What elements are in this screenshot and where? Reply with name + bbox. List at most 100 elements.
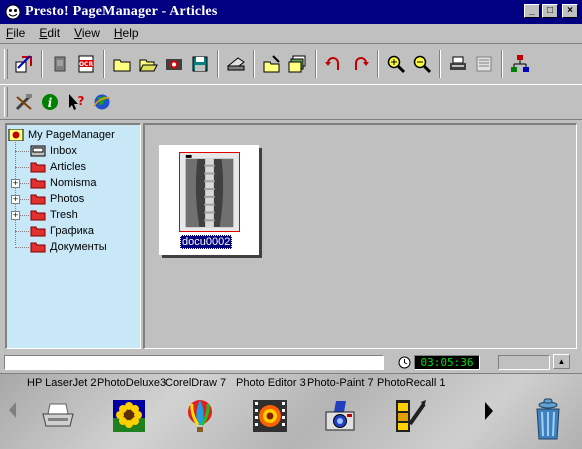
scan-icon [227,56,245,71]
menu-bar: File Edit View Help [0,24,582,42]
ocr-icon: OCR [78,55,94,72]
thumbnail-label[interactable]: docu0002 [180,235,233,249]
scanner-setup-icon [54,56,66,71]
folder-tree[interactable]: My PageManager Inbox Articles + Nomisma … [5,123,141,349]
menu-edit[interactable]: Edit [39,26,60,40]
scanner-setup-button[interactable] [49,53,71,75]
tree-item-inbox[interactable]: Inbox [7,143,140,159]
zoom-out-button[interactable] [411,53,433,75]
app-name-photorecall: PhotoRecall 1 [377,377,446,389]
zoom-out-icon [413,55,432,73]
scroll-right-arrow-icon[interactable] [484,402,494,420]
expand-button[interactable]: + [11,211,20,220]
ocr-button[interactable]: OCR [75,53,97,75]
expand-button[interactable]: + [11,195,20,204]
window-title: Presto! PageManager - Articles [25,4,218,19]
folder-icon [30,194,46,205]
inbox-icon [30,145,46,157]
scroll-up-button[interactable]: ▲ [553,354,570,369]
stack-button[interactable] [287,53,309,75]
rotate-right-button[interactable] [349,53,371,75]
launcher-app-names: HP LaserJet 2 PhotoDeluxe3 CorelDraw 7 P… [24,377,504,391]
scan-button[interactable] [225,53,247,75]
zoom-in-button[interactable] [385,53,407,75]
clock-display: 03:05:36 [414,355,480,370]
menu-help[interactable]: Help [114,26,139,40]
svg-text:?: ? [78,94,85,108]
document-thumbnail[interactable]: docu0002 [159,145,259,255]
toolbar-separator [103,49,105,78]
rotate-left-icon [325,56,339,70]
acquire-button[interactable] [13,53,35,75]
tree-item-label: Tresh [50,209,78,221]
window-controls: _ □ × [524,4,578,18]
toolbar-separator [253,49,255,78]
whats-this-button[interactable]: ? [65,91,87,113]
new-folder-button[interactable] [111,53,133,75]
launch-photodeluxe[interactable] [111,398,147,434]
app-name-hp-laserjet: HP LaserJet 2 [27,377,97,389]
xray-image [179,152,240,232]
trash-icon[interactable] [533,397,563,441]
new-folder-icon [113,59,131,71]
rotate-left-button[interactable] [323,53,345,75]
menu-view[interactable]: View [74,26,100,40]
status-panel [498,355,550,370]
rotate-right-icon [355,56,369,70]
launch-photo-paint[interactable] [322,398,358,434]
toolbar-separator [501,49,503,78]
photo-icon [166,58,182,70]
arrange-icon [511,54,529,72]
save-button[interactable] [189,53,211,75]
toolbar-separator [217,49,219,78]
import-button[interactable] [261,53,283,75]
whats-this-icon: ? [69,94,85,110]
photo-button[interactable] [163,53,185,75]
tools-button[interactable] [13,91,35,113]
tree-item-articles[interactable]: Articles [7,159,140,175]
film-flower-icon [253,400,287,432]
toolbar-separator [315,49,317,78]
tree-item-tresh[interactable]: + Tresh [7,207,140,223]
expand-button[interactable]: + [11,179,20,188]
toolbar-separator [439,49,441,78]
launch-coreldraw[interactable] [182,398,218,434]
app-icon[interactable] [5,4,21,20]
status-message-field [4,355,384,370]
tree-item-grafika[interactable]: Графика [7,223,140,239]
stack-icon [288,55,306,72]
launch-hp-laserjet[interactable] [40,398,76,434]
tree-root[interactable]: My PageManager [7,127,140,143]
web-button[interactable] [91,91,113,113]
balloon-icon [188,400,212,432]
clock-icon [398,356,411,369]
fax-button[interactable] [473,53,495,75]
folder-icon [30,178,46,189]
web-icon [93,94,111,110]
arrange-button[interactable] [509,53,531,75]
open-folder-button[interactable] [137,53,159,75]
title-bar[interactable]: Presto! PageManager - Articles _ □ × [0,0,582,24]
close-button[interactable]: × [562,4,578,18]
toolbar-grip[interactable] [4,87,8,117]
tree-item-nomisma[interactable]: + Nomisma [7,175,140,191]
menu-file[interactable]: File [6,26,25,40]
status-bar: 03:05:36 ▲ [0,351,582,371]
launch-photorecall[interactable] [392,398,428,434]
minimize-button[interactable]: _ [524,4,540,18]
acquire-image-icon [15,54,32,72]
secondary-toolbar: i ? [0,84,582,120]
tree-item-photos[interactable]: + Photos [7,191,140,207]
document-view[interactable]: docu0002 [143,123,577,349]
launch-photo-editor[interactable] [252,398,288,434]
maximize-button[interactable]: □ [542,4,558,18]
print-button[interactable] [447,53,469,75]
app-name-photodeluxe: PhotoDeluxe3 [97,377,167,389]
tree-item-dokumenty[interactable]: Документы [7,239,140,255]
info-button[interactable]: i [39,91,61,113]
app-name-coreldraw: CorelDraw 7 [165,377,227,389]
toolbar-grip[interactable] [4,48,8,79]
filmstrip-icon [396,400,426,432]
scroll-left-arrow-icon[interactable] [9,402,17,418]
tree-item-label: Inbox [50,145,77,157]
